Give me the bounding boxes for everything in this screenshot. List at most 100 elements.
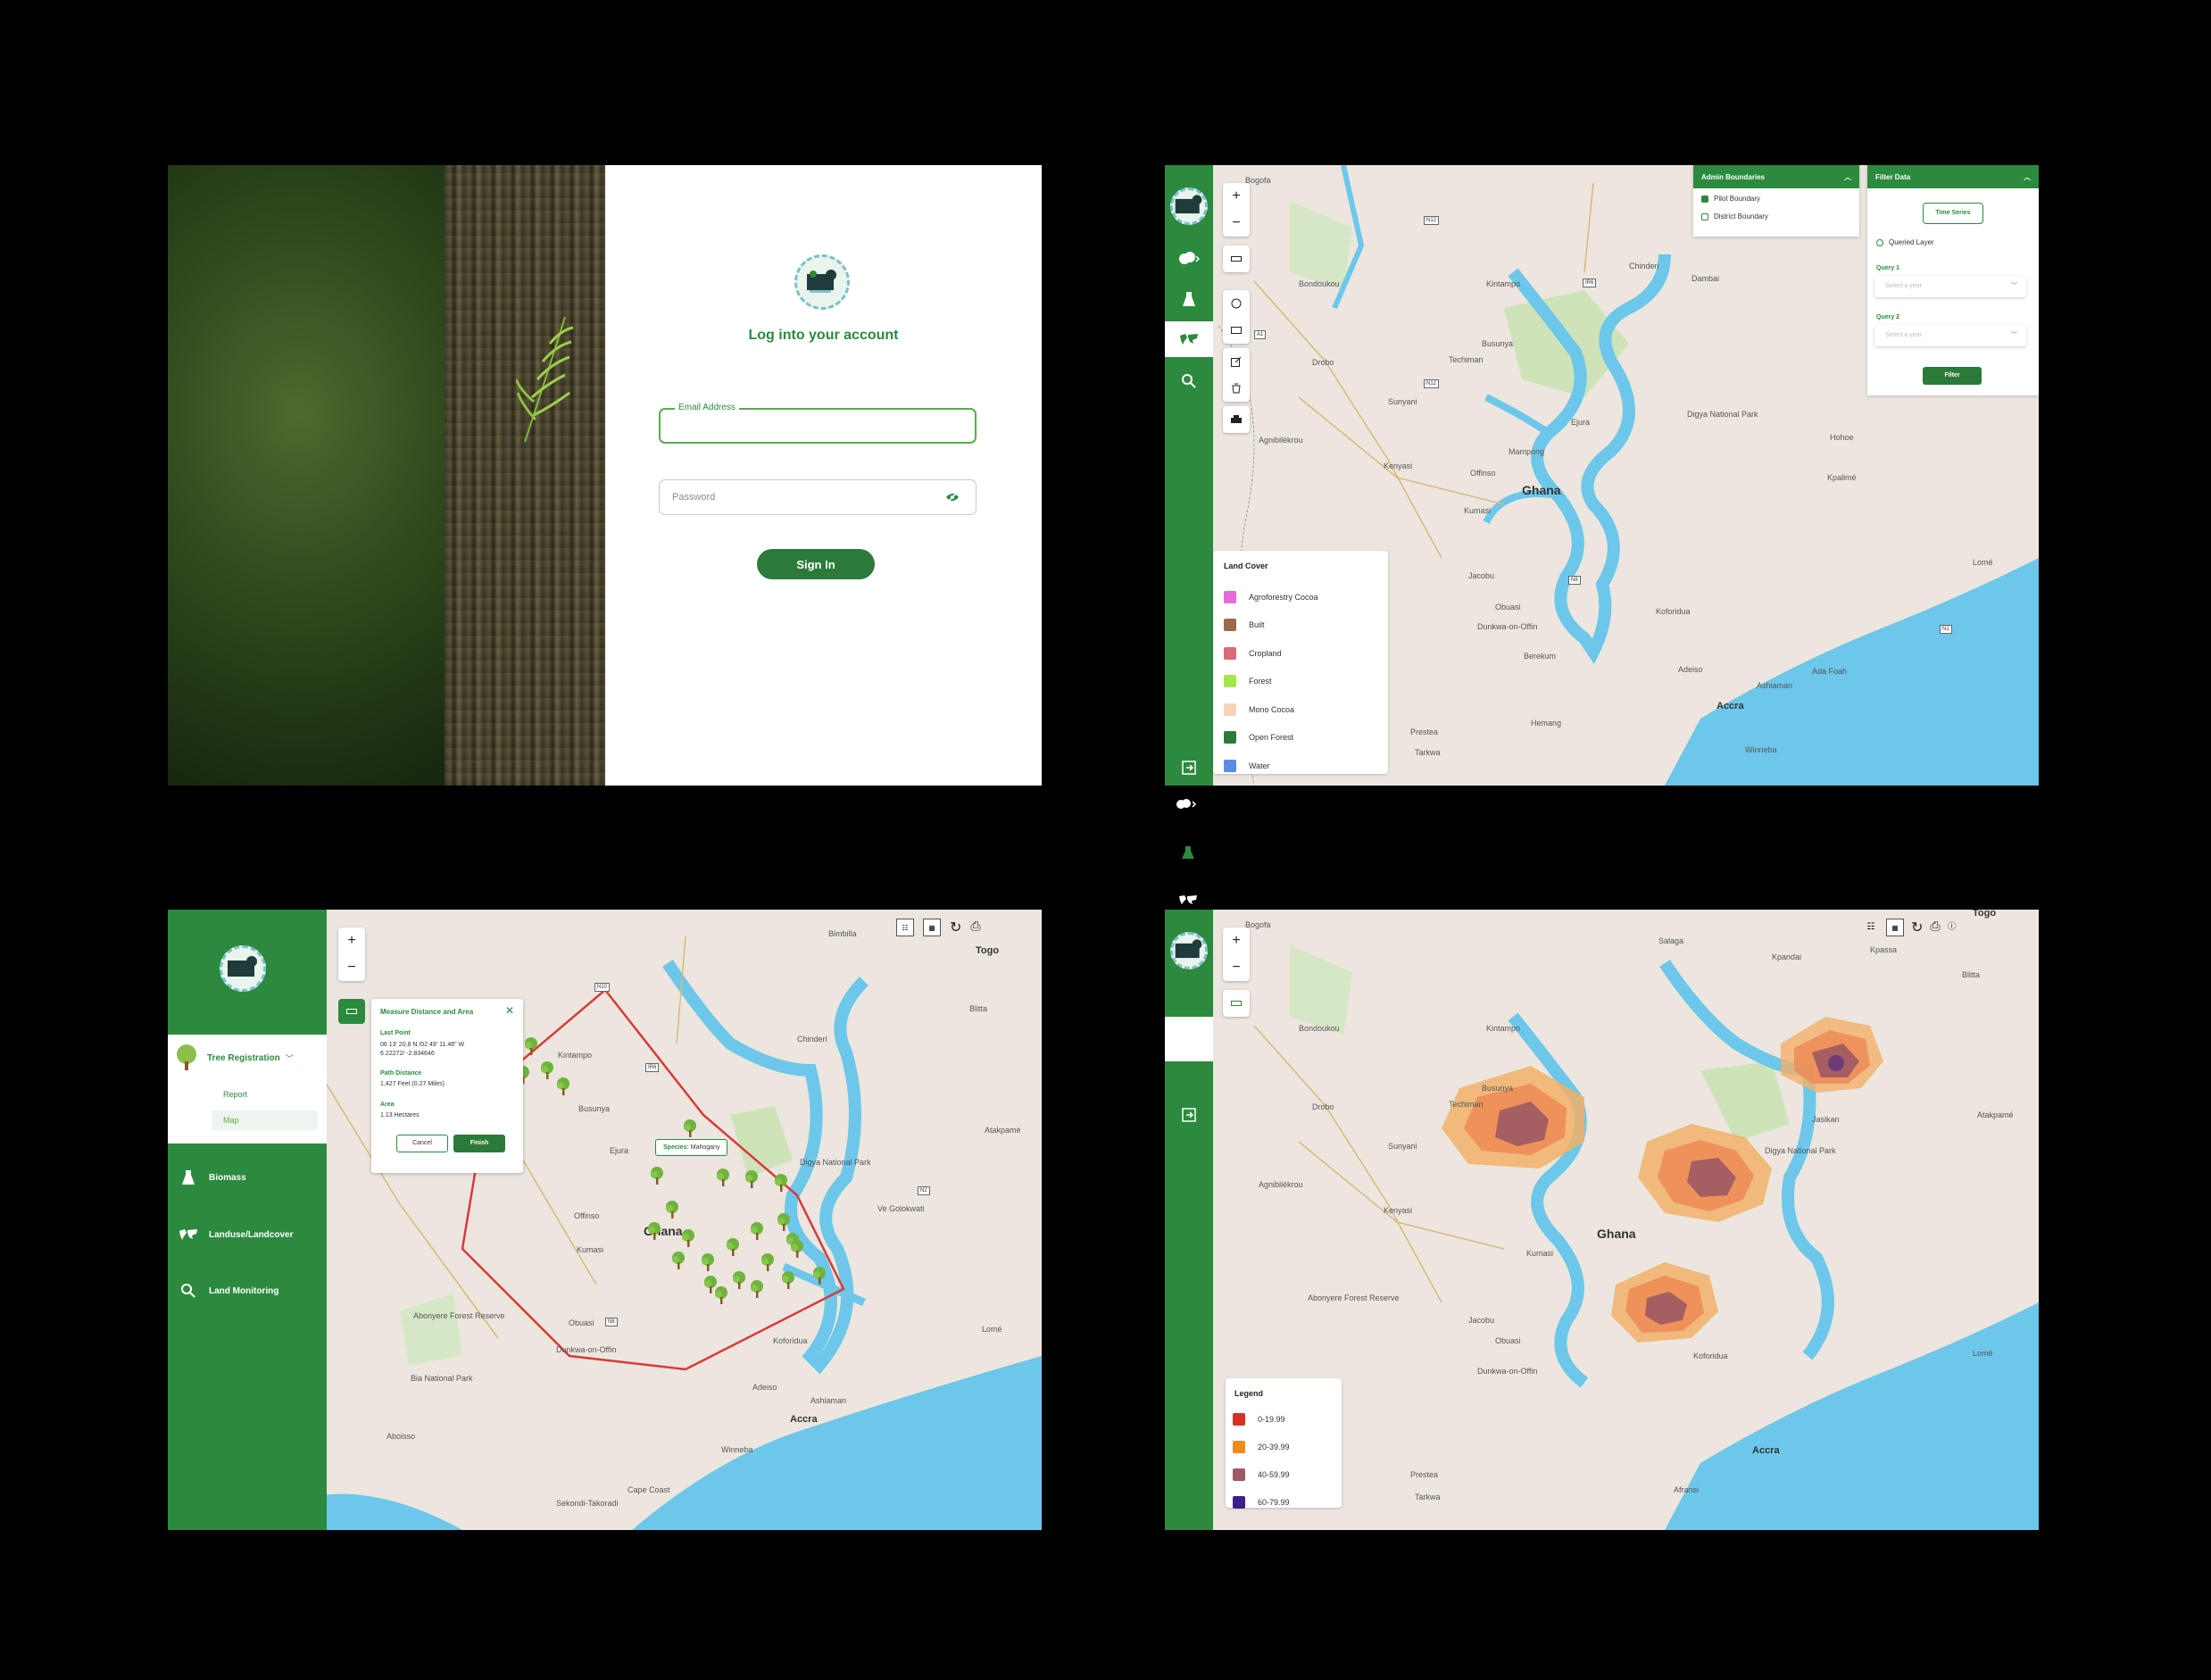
rail-monitoring-button[interactable] — [1165, 363, 1213, 399]
time-series-button[interactable]: Time Series — [1923, 203, 1983, 224]
printer-icon[interactable]: ⎙ — [970, 919, 980, 936]
tree-marker-icon[interactable] — [669, 1251, 688, 1270]
tree-marker-icon[interactable] — [698, 1252, 718, 1272]
tree-map-label-koforidua: Koforidua — [773, 1336, 808, 1345]
menu-monitoring[interactable]: Land Monitoring — [168, 1273, 327, 1309]
heat-zoom-in-button[interactable]: + — [1223, 927, 1250, 954]
printer-icon[interactable]: ⎙ — [1930, 919, 1940, 936]
password-field[interactable]: Password — [659, 479, 977, 515]
measure-cancel-button[interactable]: Cancel — [396, 1135, 448, 1152]
tree-marker-icon[interactable] — [729, 1270, 749, 1290]
legend-swatch — [1224, 646, 1236, 660]
rail-landcover-button[interactable] — [1165, 321, 1213, 357]
tree-marker-icon[interactable] — [742, 1169, 761, 1189]
query1-select[interactable]: Select a year ﹀ — [1874, 276, 2026, 297]
rail-tree-button[interactable] — [1165, 241, 1213, 277]
tree-marker-icon[interactable] — [774, 1212, 794, 1232]
email-field[interactable]: Email Address — [659, 403, 977, 444]
admin-boundary-option-pilot[interactable]: Pilot Boundary — [1693, 188, 1859, 209]
heat-map-label-lome: Lomé — [1973, 1349, 1993, 1358]
legend-swatch — [1224, 759, 1236, 772]
heat-map-label-accra: Accra — [1752, 1445, 1780, 1456]
heat-map-label-blitta: Blitta — [1962, 970, 1981, 979]
rail-biomass-button[interactable] — [1165, 281, 1213, 317]
tree-marker-icon[interactable] — [680, 1119, 700, 1138]
tree-trunk-image — [445, 165, 605, 786]
edit-button[interactable] — [1223, 348, 1250, 375]
refresh-icon[interactable]: ↻ — [1911, 919, 1923, 936]
map-label-adeiso: Adeiso — [1678, 665, 1703, 674]
tree-marker-icon[interactable] — [771, 1173, 791, 1193]
zoom-in-button[interactable]: + — [1223, 183, 1250, 210]
map-view-icon[interactable]: ▦ — [923, 919, 941, 936]
measure-ruler-button[interactable] — [1223, 245, 1250, 272]
draw-circle-button[interactable] — [1223, 290, 1250, 317]
tree-marker-icon[interactable] — [758, 1252, 777, 1272]
heat-map-label-techiman: Techiman — [1449, 1100, 1484, 1109]
checkbox-pilot[interactable] — [1701, 195, 1708, 203]
tree-zoom-out-button[interactable]: − — [338, 954, 365, 981]
tree-zoom-in-button[interactable]: + — [338, 927, 365, 954]
tree-marker-icon[interactable] — [723, 1237, 743, 1257]
filter-data-header[interactable]: Filter Data ︿ — [1867, 165, 2039, 188]
measure-finish-button[interactable]: Finish — [453, 1135, 505, 1152]
heat-legend-item: 40-59.99 — [1233, 1460, 1290, 1488]
sign-in-button[interactable]: Sign In — [757, 549, 875, 579]
zoom-out-button[interactable]: − — [1223, 210, 1250, 237]
email-field-label: Email Address — [675, 403, 739, 412]
tree-registration-item[interactable]: Tree Registration ﹀ — [173, 1044, 294, 1072]
tree-marker-icon[interactable] — [553, 1077, 573, 1096]
filter-button[interactable]: Filter — [1923, 367, 1982, 385]
submenu-map[interactable]: Map — [212, 1110, 318, 1130]
option-label: District Boundary — [1714, 212, 1768, 220]
tree-marker-icon[interactable] — [747, 1221, 767, 1241]
tree-road-tag-n2: N2 — [918, 1186, 930, 1195]
rail-logout-button[interactable] — [1165, 750, 1213, 786]
heat-rail-active-button[interactable] — [1165, 1017, 1213, 1061]
tree-marker-icon[interactable] — [778, 1270, 798, 1290]
menu-biomass[interactable]: Biomass — [168, 1160, 327, 1195]
checkbox-district[interactable] — [1701, 212, 1708, 220]
tree-marker-icon[interactable] — [521, 1036, 541, 1056]
delete-button[interactable] — [1223, 375, 1250, 402]
layers-list-icon[interactable]: ☷ — [1863, 919, 1879, 935]
queried-layer-option[interactable]: Queried Layer — [1876, 238, 1934, 246]
refresh-icon[interactable]: ↻ — [950, 919, 961, 936]
tree-marker-icon[interactable] — [644, 1221, 664, 1241]
road-tag-ir6: IR6 — [1583, 279, 1597, 287]
last-point-value: 06 13' 20.8 N /02 49' 11.46" W — [380, 1042, 465, 1048]
printer-icon — [1231, 414, 1242, 423]
info-icon[interactable]: ⓘ — [1948, 919, 1957, 936]
tree-marker-icon[interactable] — [711, 1285, 731, 1305]
tree-marker-icon[interactable] — [810, 1266, 829, 1285]
heat-map-label-jasikan: Jasikan — [1812, 1115, 1840, 1124]
heat-rail-logout-button[interactable] — [1165, 1097, 1213, 1133]
tree-map-label-accra: Accra — [790, 1414, 818, 1425]
admin-boundaries-header[interactable]: Admin Boundaries ︿ — [1693, 165, 1859, 188]
query2-select[interactable]: Select a year ﹀ — [1874, 325, 2026, 346]
tree-marker-icon[interactable] — [787, 1239, 807, 1259]
heat-zoom-out-button[interactable]: − — [1223, 954, 1250, 981]
tree-marker-icon[interactable] — [713, 1168, 733, 1187]
queried-layer-radio[interactable] — [1876, 238, 1883, 246]
tree-map-label-aboisso: Aboisso — [387, 1432, 416, 1441]
heat-measure-button[interactable] — [1223, 990, 1250, 1017]
tree-registration-label: Tree Registration — [207, 1052, 280, 1063]
draw-rectangle-button[interactable] — [1223, 317, 1250, 344]
heat-map-label-koforidua: Koforidua — [1693, 1351, 1728, 1360]
submenu-report[interactable]: Report — [223, 1090, 247, 1099]
menu-landuse[interactable]: Landuse/Landcover — [168, 1217, 327, 1252]
tree-marker-icon[interactable] — [678, 1228, 698, 1248]
tree-marker-icon[interactable] — [662, 1200, 682, 1219]
stray-tree-cloud-icon — [1176, 799, 1197, 809]
measure-tool-button[interactable] — [338, 999, 365, 1024]
close-icon[interactable]: ✕ — [505, 1004, 514, 1017]
tree-marker-icon[interactable] — [647, 1166, 667, 1185]
heat-zoom-control: + − — [1223, 927, 1250, 981]
layers-list-icon[interactable]: ☷ — [896, 919, 914, 936]
map-view-icon[interactable]: ▦ — [1886, 919, 1904, 936]
admin-boundary-option-district[interactable]: District Boundary — [1693, 209, 1859, 224]
tree-marker-icon[interactable] — [747, 1279, 767, 1299]
print-button[interactable] — [1223, 406, 1250, 433]
eye-slash-icon[interactable] — [945, 492, 960, 503]
